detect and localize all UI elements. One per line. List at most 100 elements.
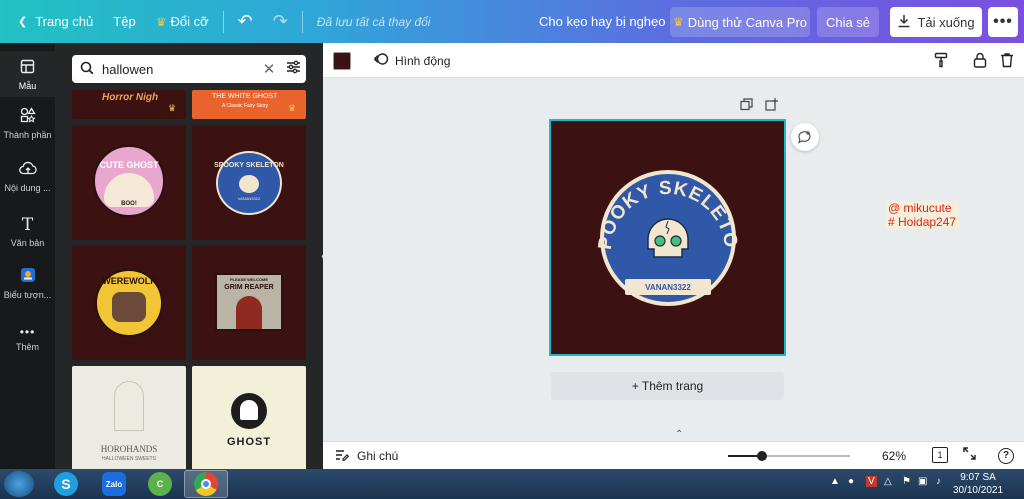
notes-icon <box>335 449 350 464</box>
template-tile[interactable]: WEREWOLF <box>72 246 186 360</box>
try-pro-button[interactable]: ♛ Dùng thử Canva Pro <box>670 7 810 37</box>
template-tile[interactable]: GHOST <box>192 366 306 469</box>
design-subtitle: VANAN3322 <box>645 283 691 292</box>
crown-icon: ♛ <box>672 15 684 29</box>
rail-item-elements[interactable]: Thành phần <box>0 107 55 140</box>
tray-flag-icon[interactable]: ⚑ <box>902 476 911 487</box>
tray-v-icon[interactable]: V <box>866 476 877 487</box>
rail-label: Thêm <box>15 342 39 352</box>
tray-volume-icon[interactable]: ♪ <box>936 476 941 487</box>
template-tile[interactable]: CUTE GHOST BOO! <box>72 126 186 240</box>
windows-taskbar: S Zalo C ▲ ● V △ ⚑ ▣ ♪ 9:07 SA 30/10/202… <box>0 469 1024 499</box>
chevron-up-icon[interactable]: ⌃ <box>675 429 683 440</box>
document-title[interactable]: Cho kẹo hay bị nghẹo <box>539 0 665 43</box>
watermark-line: # Hoidap247 <box>888 215 957 229</box>
rail-item-text[interactable]: T Văn bản <box>0 215 55 248</box>
start-button[interactable] <box>4 471 34 497</box>
add-page-button[interactable]: + Thêm trang <box>551 372 784 400</box>
skype-icon[interactable]: S <box>54 472 78 496</box>
template-tile[interactable]: PLEASE WELCOME GRIM REAPER <box>192 246 306 360</box>
template-tile[interactable]: SPOOKY SKELETON VANAN3322 <box>192 126 306 240</box>
elements-icon <box>0 107 55 127</box>
rail-label: Thành phần <box>3 130 52 140</box>
zoom-slider[interactable] <box>728 451 850 461</box>
editor-toolbar: Hình động <box>323 43 1024 78</box>
top-bar: ❮ Trang chủ Tệp ♛ Đổi cỡ ↶ ↷ Đã lưu tất … <box>0 0 1024 43</box>
share-button[interactable]: Chia sẻ <box>817 7 879 37</box>
background-color-swatch[interactable] <box>333 52 351 70</box>
duplicate-page-icon[interactable] <box>740 98 753 114</box>
animate-label: Hình động <box>395 53 451 68</box>
rail-item-uploads[interactable]: Nội dung ... <box>0 161 55 193</box>
resize-label: Đổi cỡ <box>170 14 209 29</box>
paint-format-icon[interactable] <box>934 52 948 72</box>
crown-icon: ♛ <box>162 101 182 115</box>
text-icon: T <box>21 215 34 235</box>
trash-icon[interactable] <box>1000 52 1014 72</box>
rail-item-templates[interactable]: Mẫu <box>0 51 55 97</box>
home-button[interactable]: ❮ Trang chủ <box>0 0 103 43</box>
template-title: PLEASE WELCOME <box>229 277 268 282</box>
add-comment-button[interactable] <box>791 123 819 151</box>
watermark-overlay: @ mikucute # Hoidap247 <box>885 201 960 229</box>
logo-icon <box>0 267 55 287</box>
crown-icon: ♛ <box>282 101 302 115</box>
search-icon <box>72 61 102 78</box>
tray-expand-icon[interactable]: ▲ <box>830 476 840 487</box>
template-subtitle: HALLOWEEN SWEETS <box>102 456 156 462</box>
divider <box>222 10 224 33</box>
rail-item-logos[interactable]: Biểu tượn... <box>0 267 55 300</box>
resize-button[interactable]: ♛ Đổi cỡ <box>146 0 219 43</box>
tray-network-icon[interactable]: △ <box>884 476 892 487</box>
undo-button[interactable]: ↶ <box>228 0 263 43</box>
tray-app-icon[interactable]: ● <box>848 476 854 487</box>
template-title: THE WHITE GHOST <box>212 93 278 100</box>
lock-icon[interactable] <box>973 52 987 72</box>
reaper-illustration <box>236 296 262 329</box>
spooky-skeleton-design: SPOOKY SKELETON VANAN3322 <box>544 105 740 306</box>
save-status: Đã lưu tất cả thay đổi <box>316 14 431 29</box>
clear-search-icon[interactable]: ✕ <box>258 60 280 78</box>
ccleaner-icon[interactable]: C <box>148 472 172 496</box>
skull-illustration <box>647 218 689 258</box>
download-button[interactable]: Tải xuống <box>890 7 982 37</box>
zalo-icon[interactable]: Zalo <box>102 472 126 496</box>
filter-icon[interactable] <box>280 60 306 79</box>
design-page[interactable]: SPOOKY SKELETON VANAN3322 <box>544 105 786 356</box>
file-menu[interactable]: Tệp <box>103 0 145 43</box>
skull-illustration <box>239 175 259 193</box>
system-clock[interactable]: 9:07 SA 30/10/2021 <box>948 471 1008 497</box>
redo-button[interactable]: ↷ <box>263 0 298 43</box>
template-search[interactable]: hallowen ✕ <box>72 55 306 83</box>
chevron-left-icon: ❮ <box>18 16 28 28</box>
rail-label: Nội dung ... <box>4 183 51 193</box>
rail-label: Biểu tượn... <box>3 290 52 300</box>
animate-icon <box>373 51 389 70</box>
animate-button[interactable]: Hình động <box>373 43 450 78</box>
download-label: Tải xuống <box>917 14 975 30</box>
template-tile[interactable]: THE WHITE GHOST A Classic Fairy Story ♛ <box>192 90 306 119</box>
rail-item-more[interactable]: ••• Thêm <box>0 325 55 352</box>
template-title: SPOOKY SKELETON <box>214 162 284 169</box>
template-tile[interactable]: HOROHANDS HALLOWEEN SWEETS <box>72 366 186 469</box>
watermark-line: @ mikucute <box>888 201 952 215</box>
chrome-center <box>201 479 211 489</box>
zoom-value[interactable]: 62% <box>882 442 906 470</box>
tray-monitor-icon[interactable]: ▣ <box>918 476 927 487</box>
home-label: Trang chủ <box>35 14 94 29</box>
template-panel: hallowen ✕ Horror Nigh ♛ THE WHITE GHOST… <box>55 43 323 469</box>
fullscreen-icon[interactable] <box>963 447 976 463</box>
template-subtitle: A Classic Fairy Story <box>222 103 269 109</box>
more-options-button[interactable]: ••• <box>988 7 1018 37</box>
more-icon: ••• <box>19 325 36 339</box>
template-icon <box>0 59 55 78</box>
help-button[interactable]: ? <box>998 446 1014 464</box>
template-tile[interactable]: Horror Nigh ♛ <box>72 90 186 119</box>
zoom-slider-handle[interactable] <box>757 451 767 461</box>
file-label: Tệp <box>113 14 136 29</box>
page-count-button[interactable]: 1 <box>932 447 948 463</box>
search-input[interactable]: hallowen <box>102 62 258 77</box>
add-page-icon[interactable] <box>765 98 778 114</box>
chrome-icon[interactable] <box>194 472 218 496</box>
notes-button[interactable]: Ghi chú <box>335 442 398 470</box>
